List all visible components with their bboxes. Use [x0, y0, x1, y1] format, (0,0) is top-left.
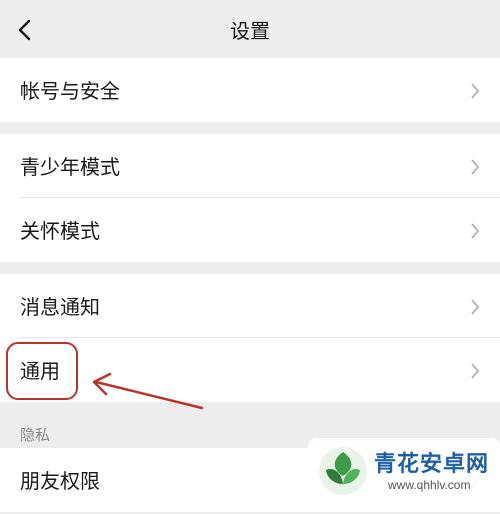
watermark-name: 青花安卓网	[374, 452, 490, 477]
settings-item-label: 帐号与安全	[20, 79, 120, 103]
watermark: 青花安卓网 www.qhhlv.com	[308, 438, 500, 500]
chevron-right-icon	[471, 299, 480, 315]
settings-item-label: 关怀模式	[20, 219, 100, 243]
settings-item-account-security[interactable]: 帐号与安全	[0, 58, 500, 122]
chevron-right-icon	[471, 363, 480, 379]
settings-item-label: 消息通知	[20, 295, 100, 319]
settings-group-account: 帐号与安全	[0, 58, 500, 122]
settings-group-modes: 青少年模式 关怀模式	[0, 134, 500, 262]
page-title: 设置	[230, 19, 270, 43]
nav-bar: 设置	[0, 0, 500, 58]
annotation-arrow-icon	[92, 372, 204, 410]
watermark-url: www.qhhlv.com	[388, 478, 471, 492]
section-header-privacy: 隐私	[20, 426, 51, 444]
settings-item-teen-mode[interactable]: 青少年模式	[0, 134, 500, 198]
settings-item-label: 朋友权限	[20, 469, 100, 493]
settings-item-label: 青少年模式	[20, 155, 120, 179]
chevron-right-icon	[471, 159, 480, 175]
annotation-highlight-box	[6, 342, 78, 400]
chevron-right-icon	[471, 223, 480, 239]
settings-item-care-mode[interactable]: 关怀模式	[0, 198, 500, 262]
chevron-right-icon	[471, 83, 480, 99]
watermark-logo-icon	[319, 447, 367, 495]
settings-item-notifications[interactable]: 消息通知	[0, 274, 500, 338]
